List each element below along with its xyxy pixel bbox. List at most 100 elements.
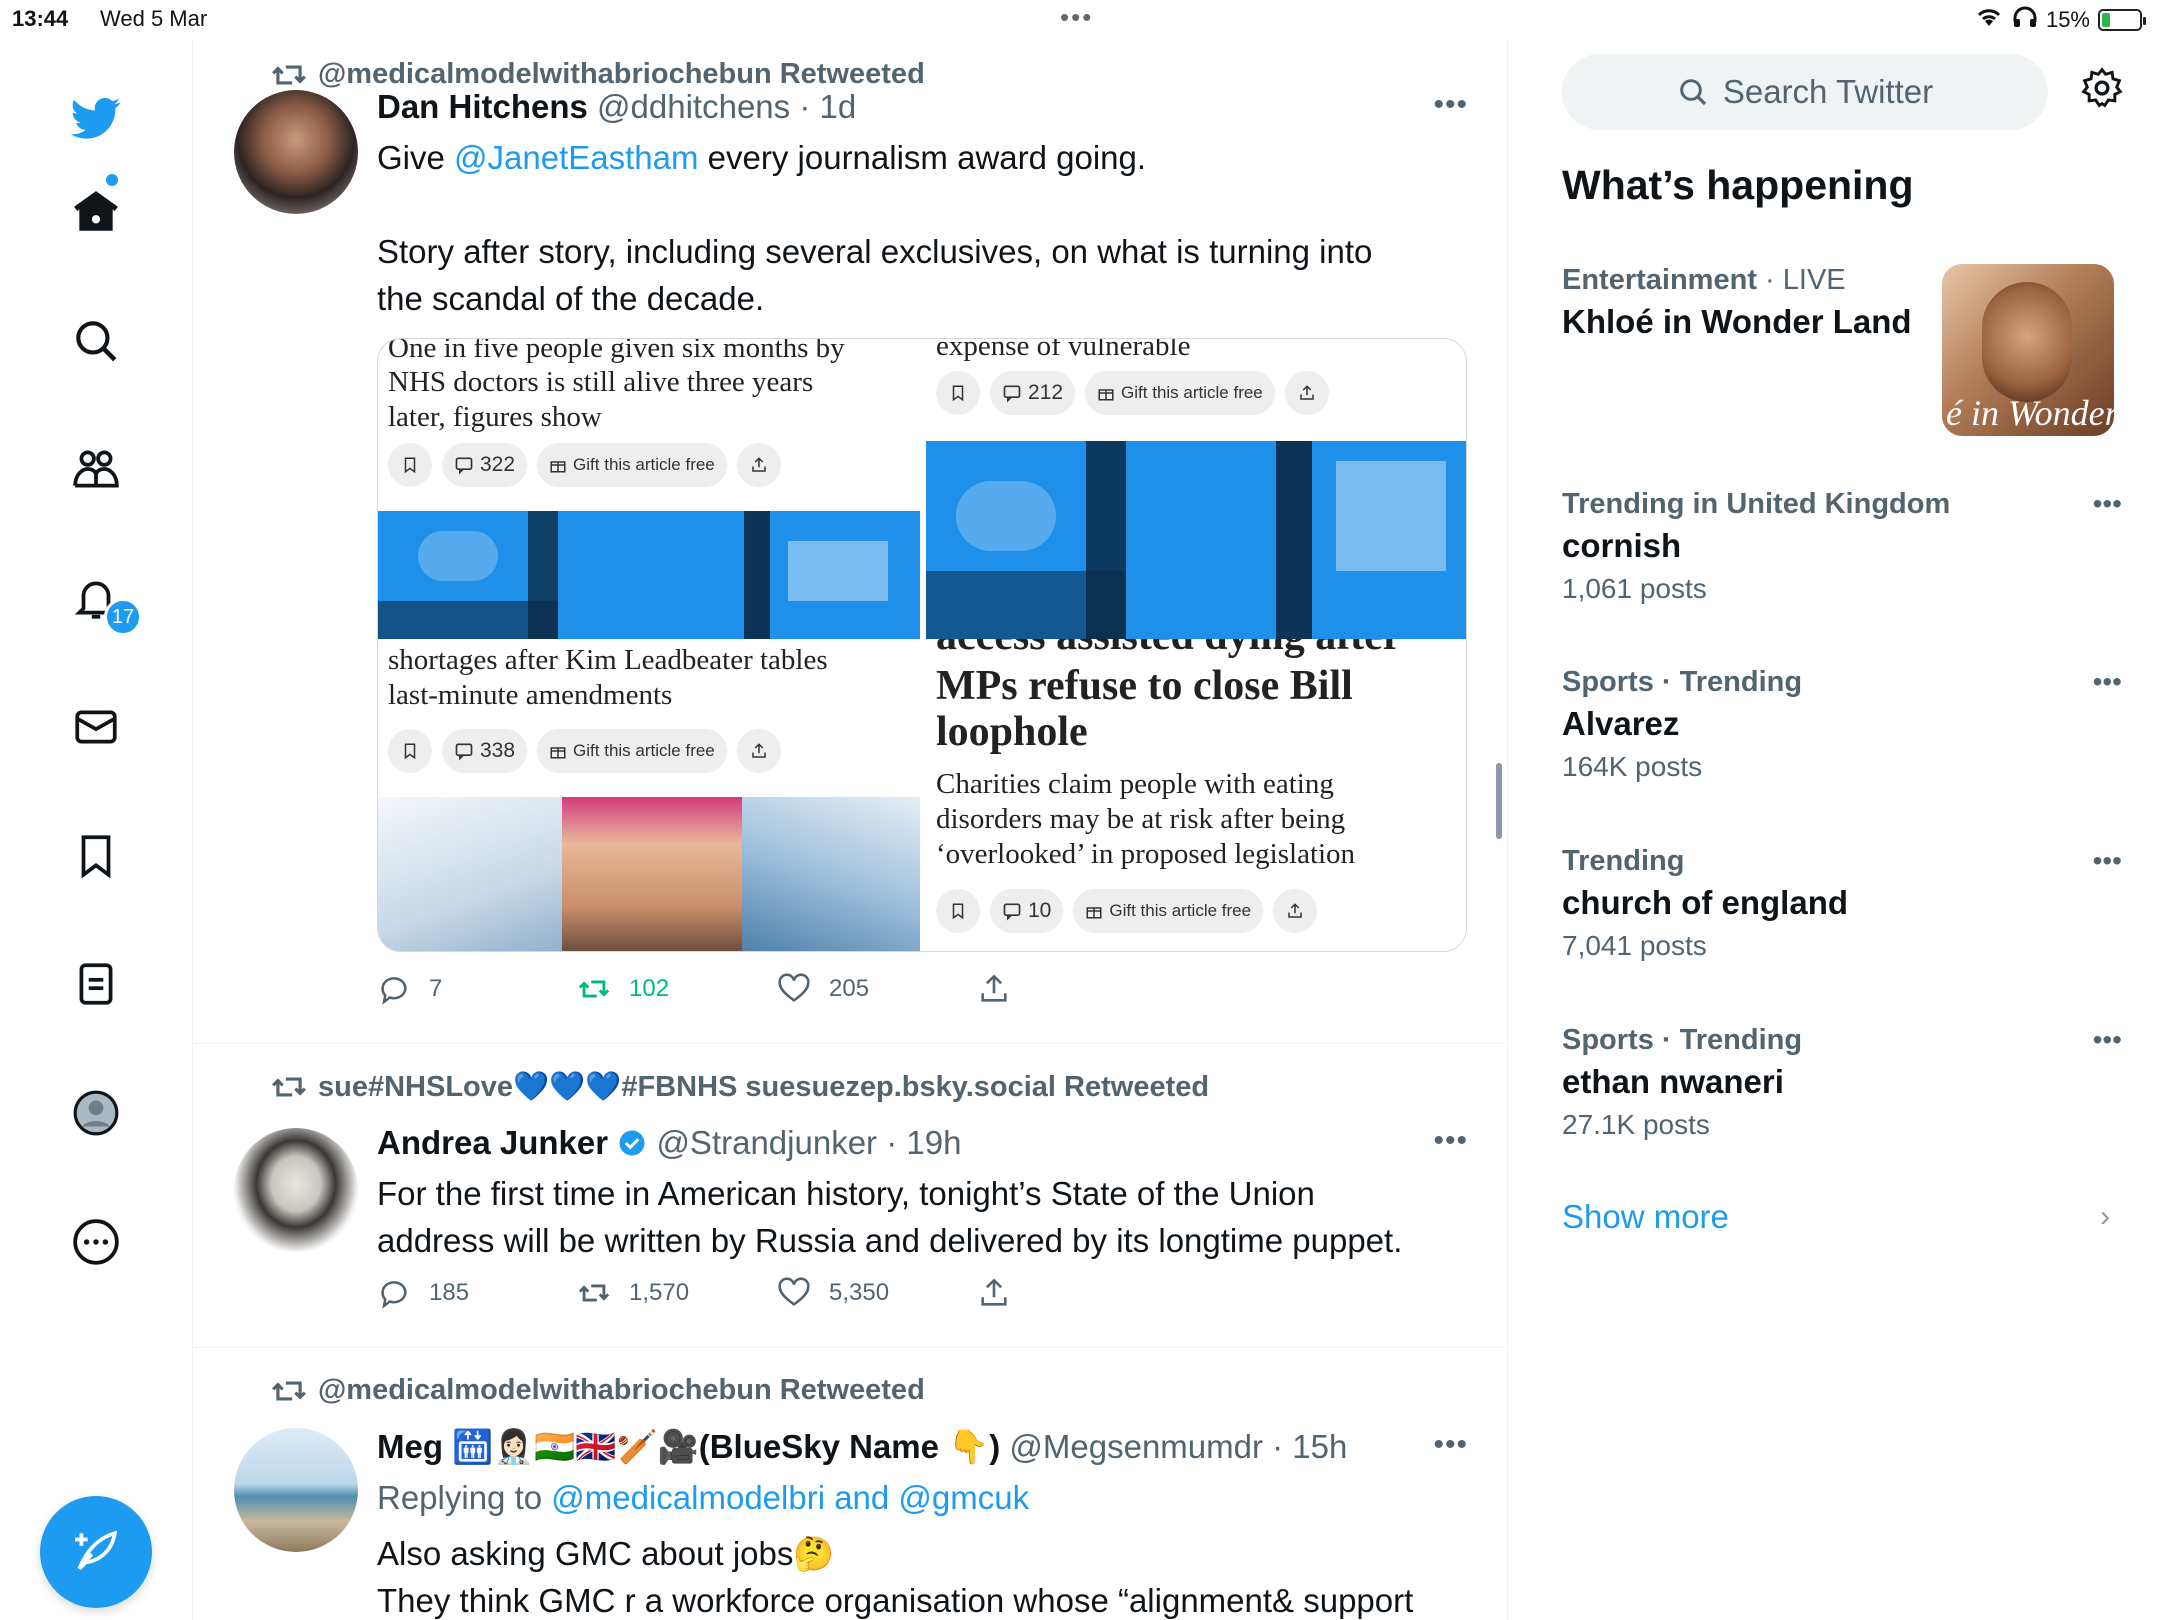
like-count: 5,350	[829, 1279, 890, 1306]
replying-to-link[interactable]: @medicalmodelbri and @gmcuk	[551, 1479, 1029, 1516]
author-name[interactable]: Meg 🛗👩🏻‍⚕️🇮🇳🇬🇧🏏🎥(BlueSky Name 👇)	[377, 1428, 1000, 1465]
article-d-headline: loophole	[936, 709, 1088, 755]
share-icon	[736, 729, 781, 773]
retweet-icon	[578, 980, 610, 998]
avatar[interactable]	[234, 1128, 358, 1252]
share-icon	[1273, 889, 1318, 933]
tweet[interactable]: @medicalmodelwithabriochebun Retweeted M…	[194, 1348, 1507, 1620]
tweet[interactable]: @medicalmodelwithabriochebun Retweeted D…	[194, 40, 1507, 1044]
more-icon[interactable]: •••	[1433, 1428, 1468, 1462]
tweet-time[interactable]: · 19h	[886, 1124, 961, 1161]
bookmarks-icon[interactable]	[66, 826, 126, 886]
tweet-text-line: address will be written by Russia and de…	[377, 1222, 1403, 1259]
retweeted-by[interactable]: @medicalmodelwithabriochebun Retweeted	[318, 58, 925, 91]
retweet-icon	[578, 1284, 610, 1302]
reply-button[interactable]: 7	[377, 972, 577, 1006]
home-unread-dot	[106, 174, 118, 186]
trend-context: Trending in United Kingdom	[1562, 488, 1951, 520]
status-time: 13:44	[12, 6, 69, 31]
reply-count: 7	[429, 975, 443, 1002]
mention-link[interactable]: @JanetEastham	[454, 139, 698, 176]
share-button[interactable]	[977, 1276, 1177, 1310]
heart-icon	[778, 1277, 810, 1306]
tweet-text: Also asking GMC about jobs🤔 They think G…	[377, 1530, 1457, 1620]
like-count: 205	[829, 975, 870, 1002]
comments-pill: 10	[990, 889, 1064, 933]
communities-icon[interactable]	[66, 439, 126, 499]
retweeted-by[interactable]: sue#NHSLove💙💙💙#FBNHS suesuezep.bsky.soci…	[318, 1070, 1209, 1104]
settings-gear-icon[interactable]	[2080, 66, 2124, 115]
timeline-scrollbar[interactable]	[1496, 763, 1502, 839]
tweet[interactable]: sue#NHSLove💙💙💙#FBNHS suesuezep.bsky.soci…	[194, 1044, 1507, 1348]
more-icon[interactable]: •••	[2093, 666, 2122, 698]
comment-icon	[455, 457, 473, 475]
timeline: @medicalmodelwithabriochebun Retweeted D…	[194, 40, 1508, 1620]
bookmark-icon	[388, 443, 432, 487]
more-icon[interactable]: •••	[2093, 488, 2122, 520]
more-icon[interactable]: •••	[1433, 1124, 1468, 1158]
search-icon[interactable]	[66, 311, 126, 371]
media-article-b: expense of vulnerable 212 Gift this arti…	[926, 339, 1466, 441]
comments-pill: 212	[990, 371, 1076, 415]
media-collage[interactable]: One in five people given six months by N…	[377, 338, 1467, 952]
avatar[interactable]	[234, 90, 358, 214]
more-options-icon[interactable]	[66, 1212, 126, 1272]
compose-tweet-button[interactable]	[40, 1496, 152, 1608]
retweet-button[interactable]: 102	[577, 972, 777, 1006]
battery-icon	[2098, 9, 2146, 31]
avatar[interactable]	[234, 1428, 358, 1552]
more-icon[interactable]: •••	[2093, 845, 2122, 877]
profile-avatar-icon[interactable]	[66, 1083, 126, 1143]
retweet-icon	[272, 1381, 306, 1401]
reply-button[interactable]: 185	[377, 1276, 577, 1310]
headphones-icon	[2012, 6, 2038, 34]
gift-label: Gift this article free	[573, 741, 715, 760]
show-more-link[interactable]: Show more	[1562, 1198, 1729, 1236]
trend-topic: Alvarez	[1562, 705, 1680, 742]
reply-icon	[381, 1281, 407, 1309]
share-icon	[981, 1278, 1007, 1306]
article-b-line: expense of vulnerable	[936, 339, 1191, 362]
trend-item[interactable]: Trending in United Kingdom cornish 1,061…	[1562, 488, 2122, 605]
author-handle[interactable]: @Strandjunker	[656, 1124, 877, 1161]
trend-topic: cornish	[1562, 527, 1682, 564]
share-button[interactable]	[977, 972, 1177, 1006]
tweet-text-line: They think GMC r a workforce organisatio…	[377, 1582, 1414, 1619]
trend-count: 164K posts	[1562, 751, 1703, 782]
trend-count: 7,041 posts	[1562, 930, 1707, 961]
bookmark-icon	[936, 371, 980, 415]
right-sidebar: Search Twitter What’s happening Entertai…	[1510, 40, 2160, 1620]
messages-icon[interactable]	[66, 697, 126, 757]
trend-item[interactable]: Trending church of england 7,041 posts •…	[1562, 845, 2122, 962]
trend-thumbnail[interactable]: é in Wonder L	[1942, 264, 2114, 436]
retweet-button[interactable]: 1,570	[577, 1276, 777, 1310]
home-icon[interactable]	[66, 182, 126, 242]
trend-item[interactable]: Sports · Trending Alvarez 164K posts •••	[1562, 666, 2122, 783]
more-icon[interactable]: •••	[1433, 88, 1468, 122]
more-icon[interactable]: •••	[2093, 1024, 2122, 1056]
like-button[interactable]: 205	[777, 972, 977, 1006]
trend-item[interactable]: Sports · Trending ethan nwaneri 27.1K po…	[1562, 1024, 2122, 1141]
article-a-line: One in five people given six months by	[388, 339, 845, 364]
like-button[interactable]: 5,350	[777, 1276, 977, 1310]
author-handle[interactable]: @ddhitchens	[597, 88, 790, 125]
tweet-time[interactable]: · 1d	[799, 88, 856, 125]
media-article-d: access assisted dying after MPs refuse t…	[926, 639, 1466, 951]
search-box[interactable]: Search Twitter	[1562, 54, 2048, 130]
author-handle[interactable]: @Megsenmumdr	[1009, 1428, 1263, 1465]
gift-icon	[550, 461, 566, 473]
share-icon	[1284, 371, 1329, 415]
tweet-time[interactable]: · 15h	[1272, 1428, 1347, 1465]
twitter-logo-icon[interactable]	[66, 88, 126, 148]
author-name[interactable]: Dan Hitchens	[377, 88, 588, 125]
multitasking-dots-icon[interactable]: •••	[1060, 2, 1093, 33]
left-navigation: 17	[0, 40, 193, 1620]
lists-icon[interactable]	[66, 954, 126, 1014]
bookmark-icon	[936, 889, 980, 933]
retweeted-by[interactable]: @medicalmodelwithabriochebun Retweeted	[318, 1374, 925, 1407]
media-image-photos	[378, 797, 920, 951]
article-d-line: ‘overlooked’ in proposed legislation	[936, 838, 1356, 870]
author-name[interactable]: Andrea Junker	[377, 1124, 608, 1161]
gift-pill: Gift this article free	[537, 729, 727, 773]
trend-context: Entertainment	[1562, 264, 1757, 296]
